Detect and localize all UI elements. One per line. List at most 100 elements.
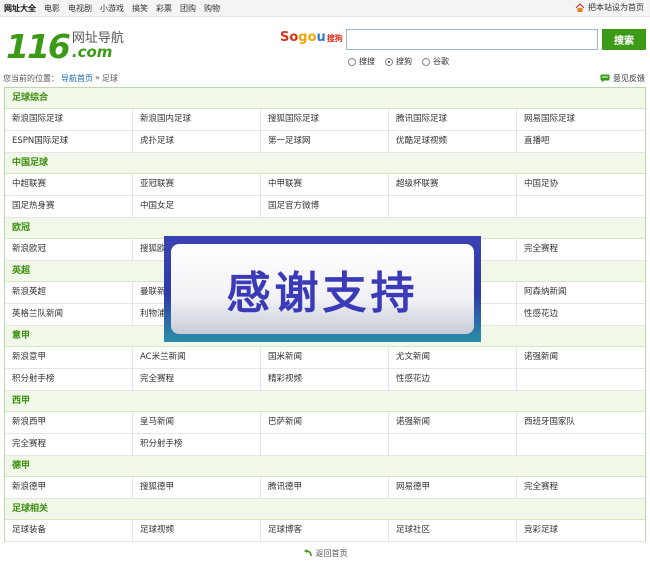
link-item[interactable]: 虎扑足球 [133,131,261,152]
link-row: 中超联赛 亚冠联赛 中甲联赛 超级杯联赛 中国足协 [5,174,645,196]
section-title: 德甲 [5,456,645,477]
link-item[interactable]: 第一足球网 [261,131,389,152]
breadcrumb-prefix: 您当前的位置： [3,74,59,83]
link-item[interactable]: 中国女足 [133,196,261,217]
link-item[interactable]: 诺强新闻 [517,347,645,368]
thanks-banner: 感谢支持 [164,236,481,342]
link-item[interactable]: 腾讯德甲 [261,477,389,498]
feedback-link[interactable]: 意见反馈 [600,73,645,84]
footer-back-label: 返回首页 [315,549,348,558]
link-item[interactable]: 优酷足球视频 [389,131,517,152]
top-bar: 网址大全 电影 电视剧 小游戏 搞笑 彩票 团购 购物 把本站设为首页 [0,0,650,17]
link-item[interactable]: 性感花边 [389,369,517,390]
link-item[interactable]: 国足热身赛 [5,196,133,217]
link-item[interactable]: 足球视频 [133,520,261,541]
link-item[interactable]: 诺强新闻 [389,412,517,433]
link-item[interactable]: 精彩视频 [261,369,389,390]
link-item[interactable]: 网易德甲 [389,477,517,498]
search-input[interactable] [346,29,598,50]
link-item[interactable]: 足球装备 [5,520,133,541]
link-item[interactable]: 搜狐国际足球 [261,109,389,130]
site-logo[interactable]: 116 网址导航 .com [6,26,124,66]
top-nav-item[interactable]: 购物 [204,3,220,14]
link-item [517,196,645,217]
link-item[interactable]: 完全赛程 [517,477,645,498]
back-arrow-icon [303,549,312,557]
top-nav-item[interactable]: 彩票 [156,3,172,14]
link-item[interactable]: 积分射手榜 [133,434,261,455]
top-nav-item[interactable]: 电影 [44,3,60,14]
top-nav-item[interactable]: 网址大全 [4,3,36,14]
search-engine-option[interactable]: 谷歌 [422,56,449,67]
link-item [517,434,645,455]
link-row: 新浪西甲 皇马新闻 巴萨新闻 诺强新闻 西班牙国家队 [5,412,645,434]
link-item [389,434,517,455]
link-item[interactable]: 完全赛程 [133,369,261,390]
sogou-logo-u: u [316,30,326,45]
link-item[interactable]: 超级杯联赛 [389,174,517,195]
top-nav-item[interactable]: 搞笑 [132,3,148,14]
link-item[interactable]: 中甲联赛 [261,174,389,195]
link-item[interactable]: 新浪欧冠 [5,239,133,260]
link-item[interactable]: 新浪意甲 [5,347,133,368]
link-row: 完全赛程 积分射手榜 [5,434,645,456]
link-item[interactable]: 完全赛程 [5,434,133,455]
link-item[interactable]: 新浪英超 [5,282,133,303]
top-nav-item[interactable]: 小游戏 [100,3,124,14]
link-item[interactable]: ESPN国际足球 [5,131,133,152]
link-item[interactable]: 亚冠联赛 [133,174,261,195]
thanks-banner-panel: 感谢支持 [171,244,474,334]
logo-number: 116 [6,26,71,66]
sogou-logo-go: go [298,30,317,45]
logo-com: .com [71,43,113,61]
link-item[interactable]: 足球博客 [261,520,389,541]
top-nav-item[interactable]: 团购 [180,3,196,14]
link-item[interactable]: 搜狐德甲 [133,477,261,498]
link-item[interactable]: AC米兰新闻 [133,347,261,368]
link-item [261,434,389,455]
search-engine-label: 谷歌 [433,57,449,66]
link-item[interactable]: 腾讯国际足球 [389,109,517,130]
link-item[interactable]: 竞彩足球 [517,520,645,541]
link-item[interactable]: 皇马新闻 [133,412,261,433]
link-item [517,369,645,390]
link-item[interactable]: 巴萨新闻 [261,412,389,433]
link-item[interactable]: 西班牙国家队 [517,412,645,433]
search-engine-option[interactable]: 搜狗 [385,56,412,67]
link-item[interactable]: 网易国际足球 [517,109,645,130]
link-item[interactable]: 性感花边 [517,304,645,325]
link-item[interactable]: 中超联赛 [5,174,133,195]
link-item[interactable]: 新浪德甲 [5,477,133,498]
link-item[interactable]: 直播吧 [517,131,645,152]
link-item[interactable]: 尤文新闻 [389,347,517,368]
search-engine-option[interactable]: 搜搜 [348,56,375,67]
link-item[interactable]: 新浪国内足球 [133,109,261,130]
section-title: 中国足球 [5,153,645,174]
radio-icon[interactable] [422,57,430,66]
link-item[interactable]: 新浪国际足球 [5,109,133,130]
breadcrumb-separator: » [95,73,100,82]
link-row: 足球装备 足球视频 足球博客 足球社区 竞彩足球 [5,520,645,542]
link-item[interactable]: 英格兰队新闻 [5,304,133,325]
link-item[interactable]: 阿森纳新闻 [517,282,645,303]
link-item[interactable]: 足球社区 [389,520,517,541]
radio-icon[interactable] [385,57,393,66]
radio-icon[interactable] [348,57,356,66]
search-engine-label: 搜搜 [359,57,375,66]
top-nav-item[interactable]: 电视剧 [68,3,92,14]
link-item[interactable]: 国足官方微博 [261,196,389,217]
link-item[interactable]: 国米新闻 [261,347,389,368]
footer-back-link[interactable]: 返回首页 [0,548,650,559]
link-item[interactable]: 完全赛程 [517,239,645,260]
search-button[interactable]: 搜索 [602,29,646,50]
section-title: 西甲 [5,391,645,412]
sogou-logo-cn: 搜狗 [326,34,343,43]
breadcrumb-home-link[interactable]: 导航首页 [61,73,93,84]
search-engine-label: 搜狗 [396,57,412,66]
link-item[interactable]: 积分射手榜 [5,369,133,390]
section-title: 足球相关 [5,499,645,520]
link-item[interactable]: 新浪西甲 [5,412,133,433]
sogou-logo-so: So [280,30,299,45]
set-homepage-link[interactable]: 把本站设为首页 [575,2,644,13]
link-item[interactable]: 中国足协 [517,174,645,195]
